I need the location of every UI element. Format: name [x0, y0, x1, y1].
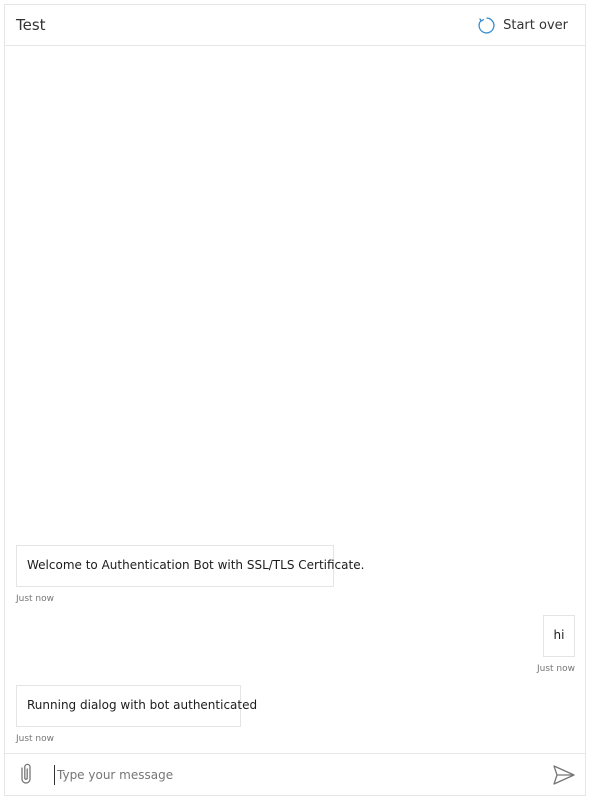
- bot-message: Welcome to Authentication Bot with SSL/T…: [16, 545, 364, 587]
- attach-button[interactable]: [15, 762, 37, 786]
- refresh-icon: [478, 16, 495, 34]
- start-over-label: Start over: [503, 17, 568, 33]
- send-icon: [553, 765, 575, 785]
- message-timestamp: Just now: [536, 664, 575, 674]
- chat-title: Test: [16, 16, 46, 34]
- message-input[interactable]: [54, 765, 517, 785]
- webchat-window: Test Start over Welcome to Authenticatio…: [4, 4, 586, 796]
- message-composer: [5, 753, 585, 795]
- bot-message: Running dialog with bot authenticated: [16, 685, 257, 727]
- send-button[interactable]: [552, 764, 576, 786]
- chat-transcript[interactable]: Welcome to Authentication Bot with SSL/T…: [5, 46, 585, 753]
- chat-header: Test Start over: [5, 5, 585, 46]
- user-message: hi: [543, 615, 575, 657]
- message-timestamp: Just now: [16, 594, 55, 604]
- paperclip-icon: [21, 763, 31, 784]
- start-over-button[interactable]: Start over: [477, 14, 568, 36]
- message-timestamp: Just now: [16, 734, 55, 744]
- message-text: Welcome to Authentication Bot with SSL/T…: [27, 558, 365, 572]
- message-text: Running dialog with bot authenticated: [27, 698, 258, 712]
- message-text: hi: [553, 628, 565, 642]
